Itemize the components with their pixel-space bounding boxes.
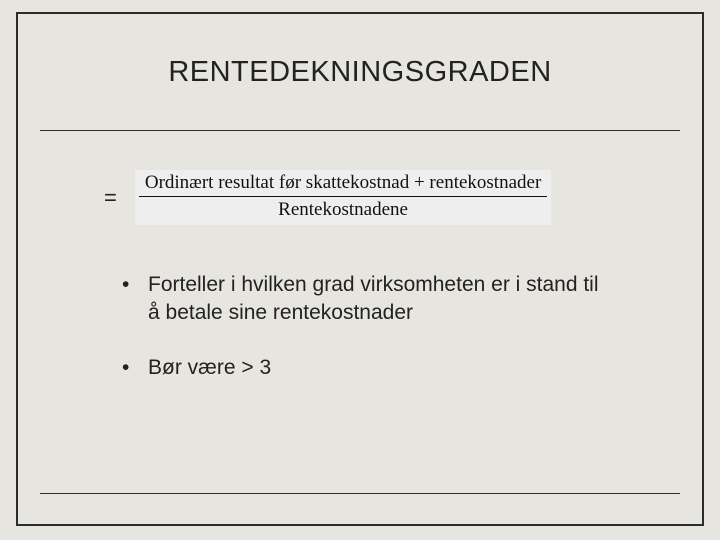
list-item: Bør være > 3 xyxy=(122,354,602,382)
title-region: RENTEDEKNINGSGRADEN xyxy=(40,32,680,128)
equals-sign: = xyxy=(104,185,117,211)
formula-numerator: Ordinært resultat før skattekostnad + re… xyxy=(139,172,547,197)
content-region: = Ordinært resultat før skattekostnad + … xyxy=(78,144,642,408)
divider-top xyxy=(40,130,680,131)
formula-denominator: Rentekostnadene xyxy=(139,197,547,221)
list-item: Forteller i hvilken grad virksomheten er… xyxy=(122,271,602,328)
slide-title: RENTEDEKNINGSGRADEN xyxy=(40,32,680,89)
slide-frame: RENTEDEKNINGSGRADEN = Ordinært resultat … xyxy=(16,12,704,526)
bullet-list: Forteller i hvilken grad virksomheten er… xyxy=(122,271,642,382)
formula-row: = Ordinært resultat før skattekostnad + … xyxy=(104,170,642,225)
formula-fraction: Ordinært resultat før skattekostnad + re… xyxy=(135,170,551,225)
divider-bottom xyxy=(40,493,680,494)
